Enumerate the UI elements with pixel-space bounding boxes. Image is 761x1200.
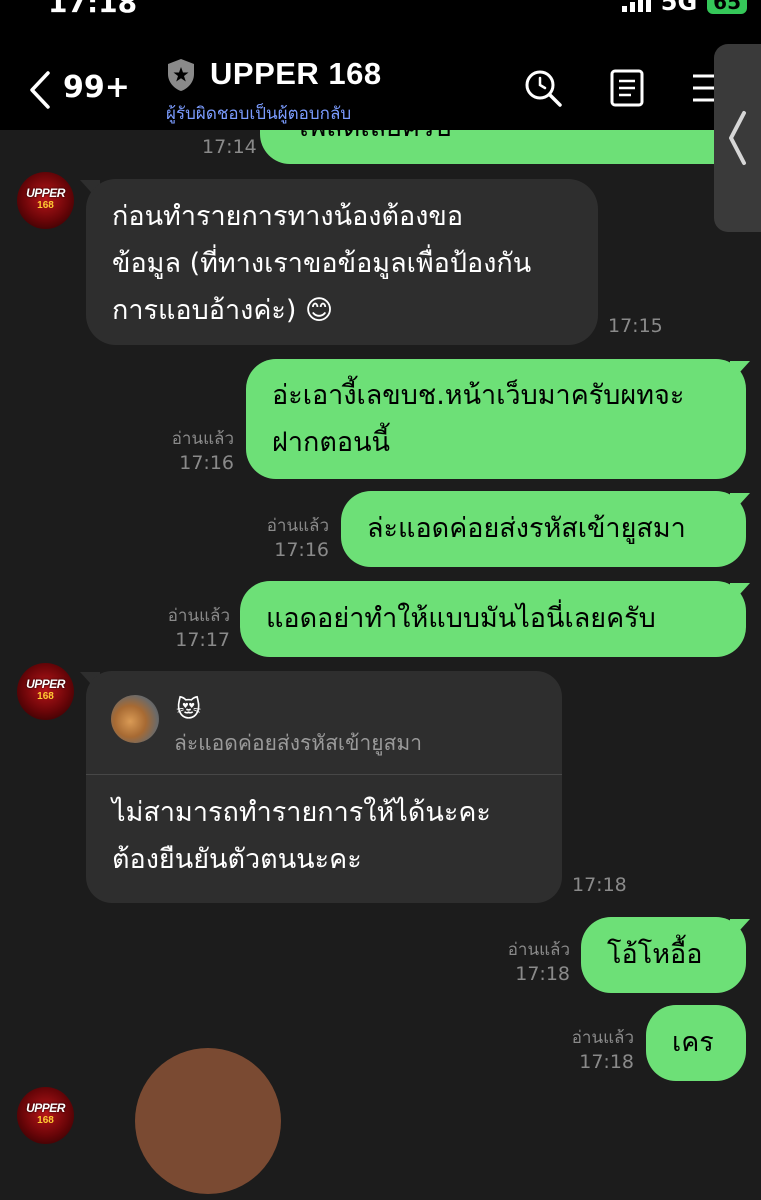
avatar-number-text: 168 [37, 691, 54, 702]
message-line: ข้อมูล (ที่ทางเราขอข้อมูลเพื่อป้องกัน [112, 248, 532, 279]
message-line: ก่อนทำรายการทางน้องต้องขอ [112, 201, 464, 232]
outgoing-message[interactable]: อ่ะเอางี้เลขบช.หน้าเว็บมาครับผทจะ ฝากตอน… [246, 359, 746, 479]
chat-thread[interactable]: โพสต์เลยครับ 17:14 UPPER 168 ก่อนทำรายกา… [0, 130, 761, 1200]
message-text: ล่ะแอดค่อยส่งรหัสเข้ายูสมา [367, 513, 686, 544]
incoming-message[interactable]: ก่อนทำรายการทางน้องต้องขอ ข้อมูล (ที่ทาง… [86, 179, 598, 345]
avatar[interactable]: UPPER 168 [17, 172, 74, 229]
network-label: 5G [660, 0, 698, 16]
outgoing-message[interactable]: โอ้โหอื้อ [581, 917, 746, 993]
sticker-image[interactable] [135, 1048, 281, 1194]
message-meta: อ่านแล้ว 17:17 [135, 604, 230, 652]
message-line: อ่ะเอางี้เลขบช.หน้าเว็บมาครับผทจะ [272, 380, 685, 411]
message-time: 17:14 [202, 136, 257, 158]
chevron-left-icon [729, 111, 746, 165]
message-line: การแอบอ้างค่ะ) 😊 [112, 295, 334, 326]
quoted-message[interactable]: 😻 ล่ะแอดค่อยส่งรหัสเข้ายูสมา [86, 671, 562, 775]
message-line: ฝากตอนนี้ [272, 427, 390, 458]
message-time: 17:16 [179, 452, 234, 474]
avatar-brand-text: UPPER [26, 1101, 65, 1115]
message-time: 17:17 [175, 629, 230, 651]
unread-count[interactable]: 99+ [63, 70, 130, 105]
status-time: 17:18 [48, 0, 138, 19]
chat-title: UPPER 168 [210, 56, 382, 91]
message-time: 17:15 [608, 315, 663, 337]
read-receipt: อ่านแล้ว [171, 429, 234, 449]
avatar[interactable]: UPPER 168 [17, 663, 74, 720]
message-text: แอดอย่าทำให้แบบมันไอนี่เลยครับ [266, 603, 656, 634]
quoted-emoji: 😻 [176, 695, 202, 723]
avatar-number-text: 168 [37, 200, 54, 211]
read-receipt: อ่านแล้ว [571, 1028, 634, 1048]
message-meta: อ่านแล้ว 17:18 [475, 938, 570, 986]
message-time: 17:18 [579, 1051, 634, 1073]
status-bar: 17:18 5G 65 [0, 0, 761, 19]
reply-body: ไม่สามารถทำรายการให้ได้นะคะ ต้องยืนยันตั… [112, 789, 491, 883]
message-line: ต้องยืนยันตัวตนนะคะ [112, 844, 362, 875]
message-time: 17:18 [515, 963, 570, 985]
outgoing-message[interactable]: ล่ะแอดค่อยส่งรหัสเข้ายูสมา [341, 491, 746, 567]
back-chevron-icon[interactable] [28, 70, 52, 110]
message-meta: อ่านแล้ว 17:16 [230, 514, 329, 562]
read-receipt: อ่านแล้ว [507, 940, 570, 960]
search-icon[interactable] [523, 68, 563, 108]
message-text: โพสต์เลยครับ [294, 130, 452, 143]
outgoing-message[interactable]: แอดอย่าทำให้แบบมันไอนี่เลยครับ [240, 581, 746, 657]
chat-header: 99+ UPPER 168 ผู้รับผิดชอบเป็นผู้ตอบกลับ [0, 18, 761, 130]
message-meta: อ่านแล้ว 17:16 [140, 427, 234, 475]
side-panel-handle[interactable] [714, 44, 761, 232]
message-time: 17:16 [274, 539, 329, 561]
notes-icon[interactable] [607, 68, 647, 108]
shield-star-icon [168, 59, 194, 91]
message-text: โอ้โหอื้อ [607, 939, 703, 970]
outgoing-message[interactable]: เคร [646, 1005, 746, 1081]
battery-icon: 65 [707, 0, 747, 14]
message-meta: อ่านแล้ว 17:18 [540, 1026, 634, 1074]
message-time: 17:18 [572, 874, 627, 896]
outgoing-message[interactable]: โพสต์เลยครับ [260, 130, 746, 164]
incoming-reply-message[interactable]: 😻 ล่ะแอดค่อยส่งรหัสเข้ายูสมา ไม่สามารถทำ… [86, 671, 562, 903]
avatar-brand-text: UPPER [26, 186, 65, 200]
status-indicators: 5G 65 [621, 0, 747, 16]
message-text: เคร [672, 1027, 714, 1058]
read-receipt: อ่านแล้ว [167, 606, 230, 626]
quoted-sender-avatar [111, 695, 159, 743]
avatar-number-text: 168 [37, 1115, 54, 1126]
avatar-brand-text: UPPER [26, 677, 65, 691]
avatar[interactable]: UPPER 168 [17, 1087, 74, 1144]
message-line: ไม่สามารถทำรายการให้ได้นะคะ [112, 797, 491, 828]
read-receipt: อ่านแล้ว [266, 516, 329, 536]
signal-icon [621, 0, 651, 12]
chat-subtitle: ผู้รับผิดชอบเป็นผู้ตอบกลับ [166, 104, 352, 124]
quoted-text: ล่ะแอดค่อยส่งรหัสเข้ายูสมา [174, 731, 422, 755]
